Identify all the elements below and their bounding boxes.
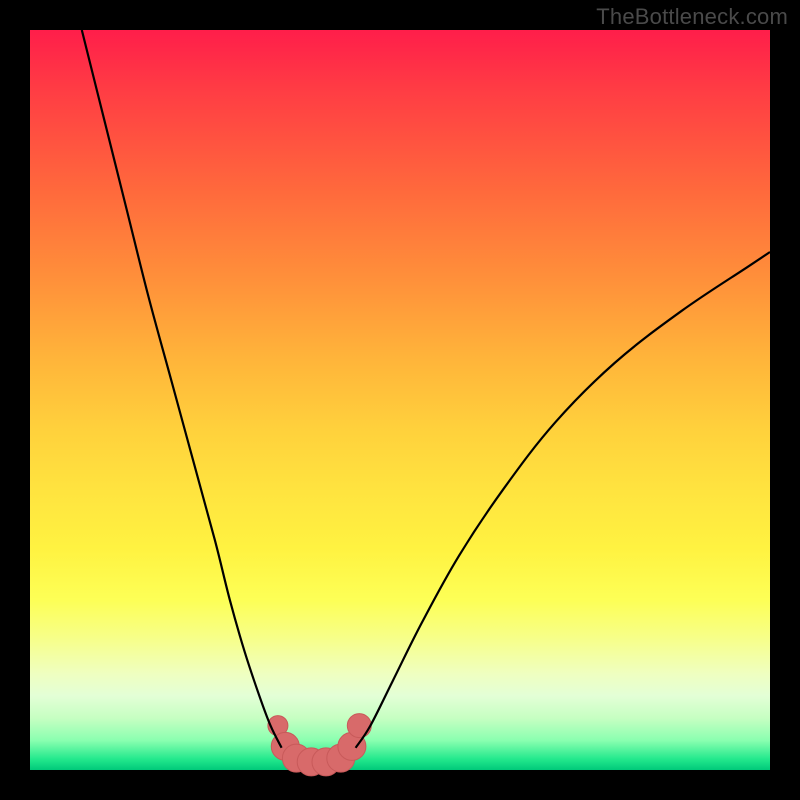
plot-area (30, 30, 770, 770)
marker-dot (347, 714, 371, 738)
curve-left (82, 30, 282, 748)
curve-right (356, 252, 770, 748)
branding-watermark: TheBottleneck.com (596, 4, 788, 30)
outer-frame: TheBottleneck.com (0, 0, 800, 800)
chart-svg (30, 30, 770, 770)
marker-group (268, 714, 371, 776)
